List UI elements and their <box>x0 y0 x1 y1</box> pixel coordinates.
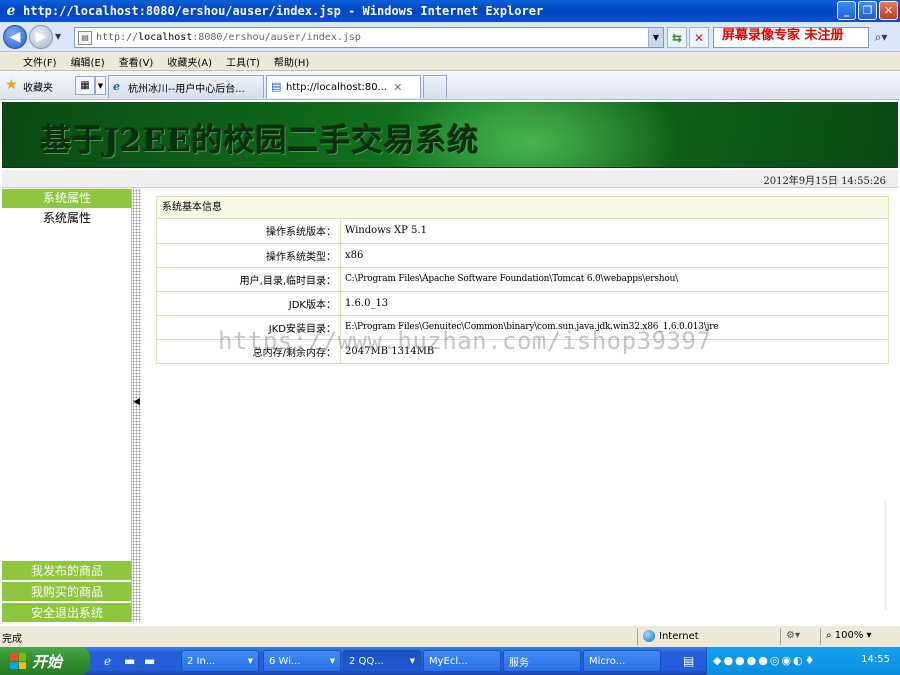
taskbar-item-explorer[interactable]: 6 Wi... ▼ <box>263 650 341 672</box>
tab-2-label: http://localhost:80... <box>286 81 388 93</box>
address-url: http://localhost:8080/ershou/auser/index… <box>96 32 361 43</box>
sidebar: 系统属性 系统属性 我发布的商品 我购买的商品 安全退出系统 <box>2 189 132 622</box>
row-label: 用户,目录,临时目录： <box>156 267 341 292</box>
site-title: 基于J2EE的校园二手交易系统 <box>40 123 480 159</box>
address-input[interactable]: ▤ http://localhost:8080/ershou/auser/ind… <box>74 27 664 48</box>
page-icon: ▤ <box>271 80 282 93</box>
globe-icon <box>643 630 655 642</box>
forward-button[interactable]: ▶ <box>29 25 53 49</box>
favorites-button[interactable]: 收藏夹 <box>23 79 53 94</box>
row-value: Windows XP 5.1 <box>340 219 889 244</box>
taskbar-item-microsoft[interactable]: Micro... <box>583 650 661 672</box>
protected-mode-icon[interactable]: ⚙▾ <box>786 630 800 641</box>
search-icon[interactable]: ⌕▾ <box>866 27 896 48</box>
quick-tabs-button[interactable]: ▦ <box>75 76 95 95</box>
new-tab-button[interactable] <box>423 75 447 98</box>
taskbar-item-ie[interactable]: 2 In... ▼ <box>181 650 259 672</box>
page-scrollbar[interactable] <box>884 500 887 610</box>
tray-icons[interactable]: ◆●●●●◎◉◐♦ <box>713 654 817 667</box>
status-text: 完成 <box>2 634 22 645</box>
collapse-arrow-icon[interactable]: ◀ <box>133 397 140 407</box>
table-row: 操作系统类型： x86 <box>156 243 889 268</box>
date-bar: 2012年9月15日 14:55:26 <box>2 170 898 188</box>
row-label: 操作系统类型： <box>156 243 341 268</box>
page-content: 基于J2EE的校园二手交易系统 2012年9月15日 14:55:26 系统属性… <box>0 100 900 625</box>
quicklaunch-folder2-icon[interactable]: ▬ <box>144 654 155 668</box>
favorites-star-icon[interactable]: ★ <box>5 77 18 93</box>
tab-bar: ★ 收藏夹 ▦ ▼ e 杭州冰川--用户中心后台... ▤ http://loc… <box>0 71 900 100</box>
tab-2[interactable]: ▤ http://localhost:80... ✕ <box>266 75 421 98</box>
table-row: 操作系统版本： Windows XP 5.1 <box>156 219 889 244</box>
sidebar-header[interactable]: 系统属性 <box>2 189 132 208</box>
tab-close-icon[interactable]: ✕ <box>393 81 402 94</box>
tab-1[interactable]: e 杭州冰川--用户中心后台... <box>108 75 264 98</box>
row-value: x86 <box>340 243 889 268</box>
menu-tools[interactable]: 工具(T) <box>219 54 267 69</box>
recorder-watermark: 屏幕录像专家 未注册 <box>722 28 844 43</box>
overlay-watermark: https://www.huzhan.com/ishop39397 <box>218 327 712 355</box>
ie-logo-icon: e <box>6 3 16 19</box>
history-dropdown-icon[interactable]: ▼ <box>55 32 61 41</box>
security-zone[interactable]: Internet <box>643 630 699 642</box>
taskbar-clock: 14:55 <box>861 654 890 665</box>
zoom-level: 100% <box>834 630 864 641</box>
close-button[interactable]: ✕ <box>879 1 898 20</box>
back-button[interactable]: ◀ <box>3 25 27 49</box>
row-value: C:\Program Files\Apache Software Foundat… <box>340 267 889 292</box>
keyboard-icon[interactable]: ▤ <box>683 654 694 668</box>
quicklaunch-ie-icon[interactable]: ℯ <box>104 654 111 668</box>
row-label: 操作系统版本： <box>156 219 341 244</box>
start-button[interactable]: 开始 <box>0 647 90 675</box>
row-label: JDK版本： <box>156 291 341 316</box>
site-banner: 基于J2EE的校园二手交易系统 <box>2 102 898 168</box>
stop-button[interactable]: ✕ <box>689 27 709 48</box>
ie-page-icon: e <box>113 80 120 93</box>
table-row: 用户,目录,临时目录： C:\Program Files\Apache Soft… <box>156 267 889 292</box>
address-dropdown-icon[interactable]: ▼ <box>648 28 663 47</box>
minimize-button[interactable]: _ <box>837 1 856 20</box>
taskbar-item-myeclipse[interactable]: MyEcl... <box>423 650 501 672</box>
table-row: JDK版本： 1.6.0_13 <box>156 291 889 316</box>
current-datetime: 2012年9月15日 14:55:26 <box>763 176 886 187</box>
sidebar-item-my-published[interactable]: 我发布的商品 <box>2 560 132 580</box>
sidebar-splitter[interactable]: ◀ <box>131 189 141 622</box>
window-title: http://localhost:8080/ershou/auser/index… <box>23 4 544 18</box>
taskbar: 开始 ℯ ▬ ▬ 2 In... ▼ 6 Wi... ▼ 2 QQ... ▼ MyEc… <box>0 647 900 675</box>
sidebar-item-system-properties[interactable]: 系统属性 <box>2 209 132 228</box>
start-label: 开始 <box>32 652 63 671</box>
menu-help[interactable]: 帮助(H) <box>267 54 316 69</box>
menu-view[interactable]: 查看(V) <box>112 54 161 69</box>
quicklaunch-folder-icon[interactable]: ▬ <box>124 654 135 668</box>
taskbar-item-qq[interactable]: 2 QQ... ▼ <box>343 650 421 672</box>
refresh-button[interactable]: ⇆ <box>667 27 687 48</box>
zone-label: Internet <box>659 630 699 642</box>
menu-favorites[interactable]: 收藏夹(A) <box>160 54 219 69</box>
page-icon: ▤ <box>78 30 92 45</box>
window-title-bar: e http://localhost:8080/ershou/auser/ind… <box>0 0 900 22</box>
system-info-header: 系统基本信息 <box>156 196 889 219</box>
menu-bar: 文件(F) 编辑(E) 查看(V) 收藏夹(A) 工具(T) 帮助(H) <box>0 52 900 71</box>
zoom-control[interactable]: ⌕ 100% ▾ <box>826 630 872 641</box>
taskbar-item-services[interactable]: 服务 <box>503 650 581 672</box>
windows-flag-icon <box>10 653 26 669</box>
tab-list-dropdown-icon[interactable]: ▼ <box>95 76 106 95</box>
menu-file[interactable]: 文件(F) <box>16 54 64 69</box>
menu-edit[interactable]: 编辑(E) <box>64 54 112 69</box>
system-tray: ◆●●●●◎◉◐♦ 14:55 <box>706 647 900 675</box>
tab-1-label: 杭州冰川--用户中心后台... <box>128 83 245 95</box>
sidebar-item-my-purchased[interactable]: 我购买的商品 <box>2 581 132 601</box>
maximize-button[interactable]: ❐ <box>858 1 877 20</box>
sidebar-item-logout[interactable]: 安全退出系统 <box>2 602 132 622</box>
row-value: 1.6.0_13 <box>340 291 889 316</box>
status-bar: 完成 Internet ⚙▾ ⌕ 100% ▾ <box>0 625 900 647</box>
